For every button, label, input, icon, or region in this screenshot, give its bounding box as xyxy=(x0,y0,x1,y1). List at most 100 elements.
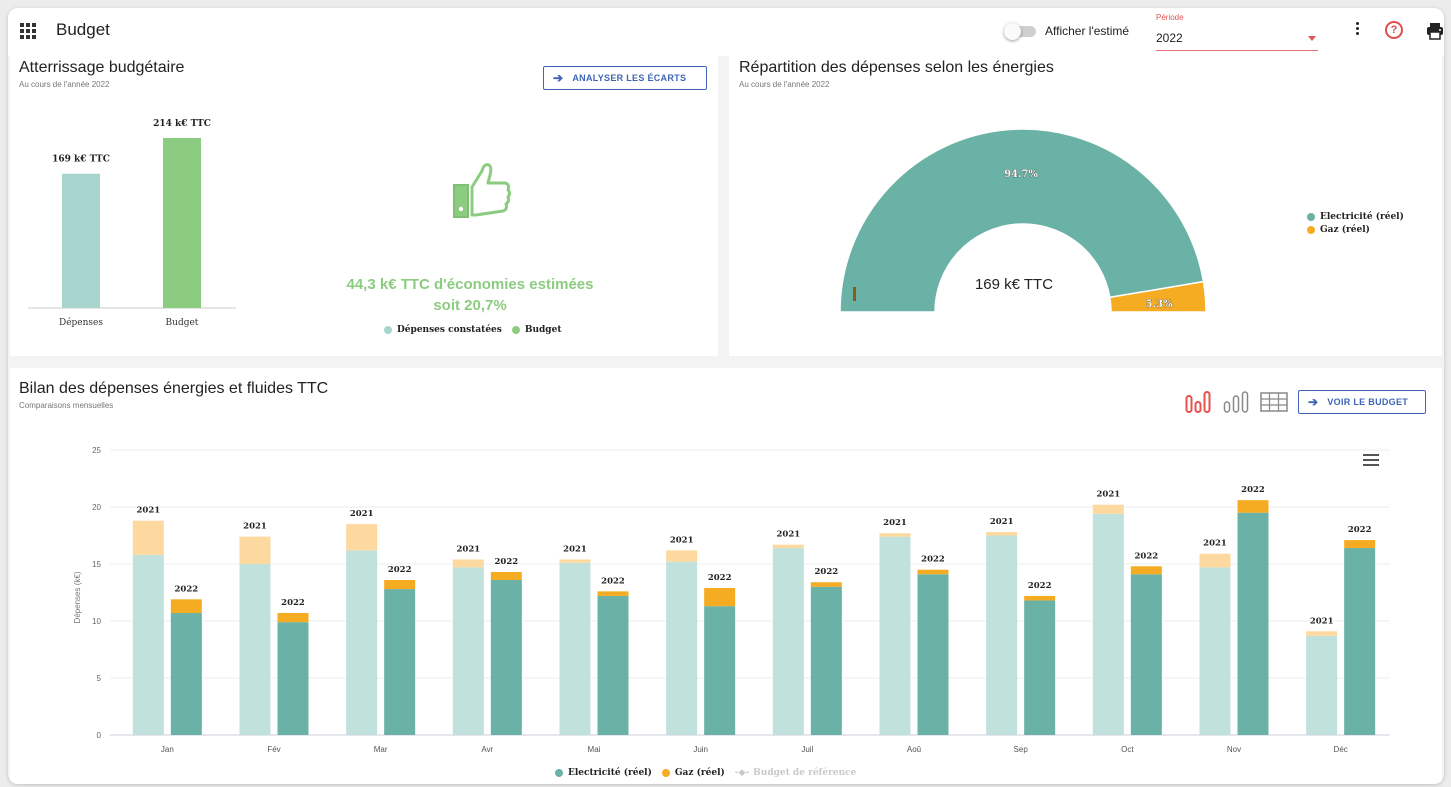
bar-gas xyxy=(597,591,629,596)
bar-gas xyxy=(917,569,949,575)
stack-total-label: 2021 xyxy=(776,530,800,540)
bar-0 xyxy=(62,173,100,308)
slice-value-label: 94.7% xyxy=(1004,169,1038,180)
legend-item-gas[interactable]: Gaz (réel) xyxy=(661,768,725,778)
bar-gas xyxy=(810,582,842,587)
slice-marker xyxy=(853,287,856,301)
bar-gas xyxy=(772,544,804,549)
bar-gas xyxy=(1199,553,1231,568)
bar-gas xyxy=(132,520,164,555)
analyze-gaps-label: ANALYSER LES ÉCARTS xyxy=(572,73,687,83)
bar-electricity xyxy=(1024,600,1056,735)
stack-total-label: 2022 xyxy=(1028,581,1052,591)
arrow-right-icon: ➔ xyxy=(553,71,564,85)
stack-total-label: 2022 xyxy=(814,567,838,577)
bar-gas xyxy=(170,599,202,614)
stack-total-label: 2022 xyxy=(494,557,518,567)
legend-label: Electricité (réel) xyxy=(568,768,652,778)
legend-label: Dépenses constatées xyxy=(397,325,502,335)
period-select[interactable]: Période 2022 xyxy=(1156,11,1318,51)
legend-item-spent[interactable]: Dépenses constatées xyxy=(384,325,502,335)
stack-total-label: 2021 xyxy=(1096,490,1120,500)
y-tick-label: 10 xyxy=(92,617,101,626)
stack-total-label: 2022 xyxy=(601,576,625,586)
legend-label: Budget de référence xyxy=(753,768,857,778)
bar-electricity xyxy=(1199,567,1231,735)
legend-item-electricity[interactable]: Electricité (réel) xyxy=(555,768,652,778)
bar-gas xyxy=(704,587,736,607)
analyze-gaps-button[interactable]: ➔ ANALYSER LES ÉCARTS xyxy=(543,66,707,90)
bar-electricity xyxy=(1130,574,1162,735)
legend-item-budget[interactable]: Budget xyxy=(511,325,561,335)
bar-electricity xyxy=(1092,513,1124,735)
legend-item-gas[interactable]: Gaz (réel) xyxy=(1307,225,1404,235)
bar-electricity xyxy=(490,579,522,735)
savings-text: 44,3 k€ TTC d'économies estimées soit 20… xyxy=(320,274,620,316)
stack-total-label: 2021 xyxy=(670,535,694,545)
bar-electricity xyxy=(559,562,591,735)
stack-total-label: 2022 xyxy=(708,573,732,583)
bar-1 xyxy=(163,138,201,308)
landing-bar-chart: 169 k€ TTC Dépenses 214 k€ TTC Budget xyxy=(28,119,236,328)
x-tick-label: Mar xyxy=(374,745,388,754)
monthly-stacked-bar-chart: 0 5 10 15 20 25 Dépenses (k€) 2021 2022 Jan 2021 20… xyxy=(73,446,1390,754)
bar-electricity xyxy=(1344,548,1376,735)
app-title: Budget xyxy=(56,20,110,39)
bar-gas xyxy=(239,536,271,564)
y-tick-label: 25 xyxy=(92,446,101,455)
monthly-legend: Electricité (réel) Gaz (réel) -◆- Budget … xyxy=(555,768,866,778)
bar-electricity xyxy=(1306,635,1338,735)
energy-legend: Electricité (réel) Gaz (réel) xyxy=(1307,212,1404,235)
bar-gas xyxy=(277,613,309,623)
stack-total-label: 2021 xyxy=(990,517,1014,527)
stack-total-label: 2021 xyxy=(350,509,374,519)
x-tick-label: Avr xyxy=(481,745,493,754)
show-estimate-toggle[interactable] xyxy=(1004,23,1038,40)
bar-category-label: Dépenses xyxy=(59,317,103,328)
legend-label: Gaz (réel) xyxy=(1320,225,1370,235)
bar-electricity xyxy=(239,564,271,735)
y-tick-label: 15 xyxy=(92,560,101,569)
stack-total-label: 2021 xyxy=(1203,539,1227,549)
x-tick-label: Fév xyxy=(267,745,280,754)
bar-value-label: 214 k€ TTC xyxy=(153,119,211,129)
bar-electricity xyxy=(384,589,416,735)
stack-total-label: 2021 xyxy=(883,518,907,528)
legend-item-electricity[interactable]: Electricité (réel) xyxy=(1307,212,1404,222)
x-tick-label: Sep xyxy=(1014,745,1029,754)
line-marker-icon: -◆- xyxy=(734,768,750,778)
bar-electricity xyxy=(1237,512,1269,735)
bar-electricity xyxy=(986,535,1018,735)
stack-total-label: 2022 xyxy=(921,555,945,565)
legend-label: Gaz (réel) xyxy=(674,768,725,778)
bar-electricity xyxy=(772,548,804,735)
stack-total-label: 2022 xyxy=(388,565,412,575)
bar-electricity xyxy=(170,613,202,735)
help-icon[interactable]: ? xyxy=(1385,21,1403,39)
x-tick-label: Juil xyxy=(801,745,813,754)
stack-total-label: 2022 xyxy=(174,584,198,594)
stack-total-label: 2021 xyxy=(456,544,480,554)
y-tick-label: 5 xyxy=(97,674,102,683)
more-vert-icon[interactable] xyxy=(1354,22,1360,40)
stack-total-label: 2021 xyxy=(563,544,587,554)
bar-electricity xyxy=(917,574,949,735)
bar-electricity xyxy=(346,550,378,735)
bar-electricity xyxy=(452,567,484,735)
savings-line-2: soit 20,7% xyxy=(433,297,507,314)
slice-value-label: 5.3% xyxy=(1146,299,1173,310)
bar-gas xyxy=(1130,566,1162,575)
bar-gas xyxy=(452,559,484,568)
legend-label: Electricité (réel) xyxy=(1320,212,1404,222)
x-tick-label: Jan xyxy=(161,745,174,754)
bar-gas xyxy=(559,559,591,563)
x-tick-label: Nov xyxy=(1227,745,1241,754)
legend-item-reference-budget[interactable]: -◆- Budget de référence xyxy=(735,768,857,778)
energy-half-donut-chart: 94.7% 5.3% xyxy=(839,128,1207,313)
apps-grid-icon[interactable] xyxy=(20,23,36,39)
bar-electricity xyxy=(277,622,309,735)
bar-electricity xyxy=(810,586,842,735)
print-icon[interactable] xyxy=(1426,22,1444,40)
energy-split-card: Répartition des dépenses selon les énerg… xyxy=(729,56,1442,356)
bar-electricity xyxy=(597,595,629,735)
